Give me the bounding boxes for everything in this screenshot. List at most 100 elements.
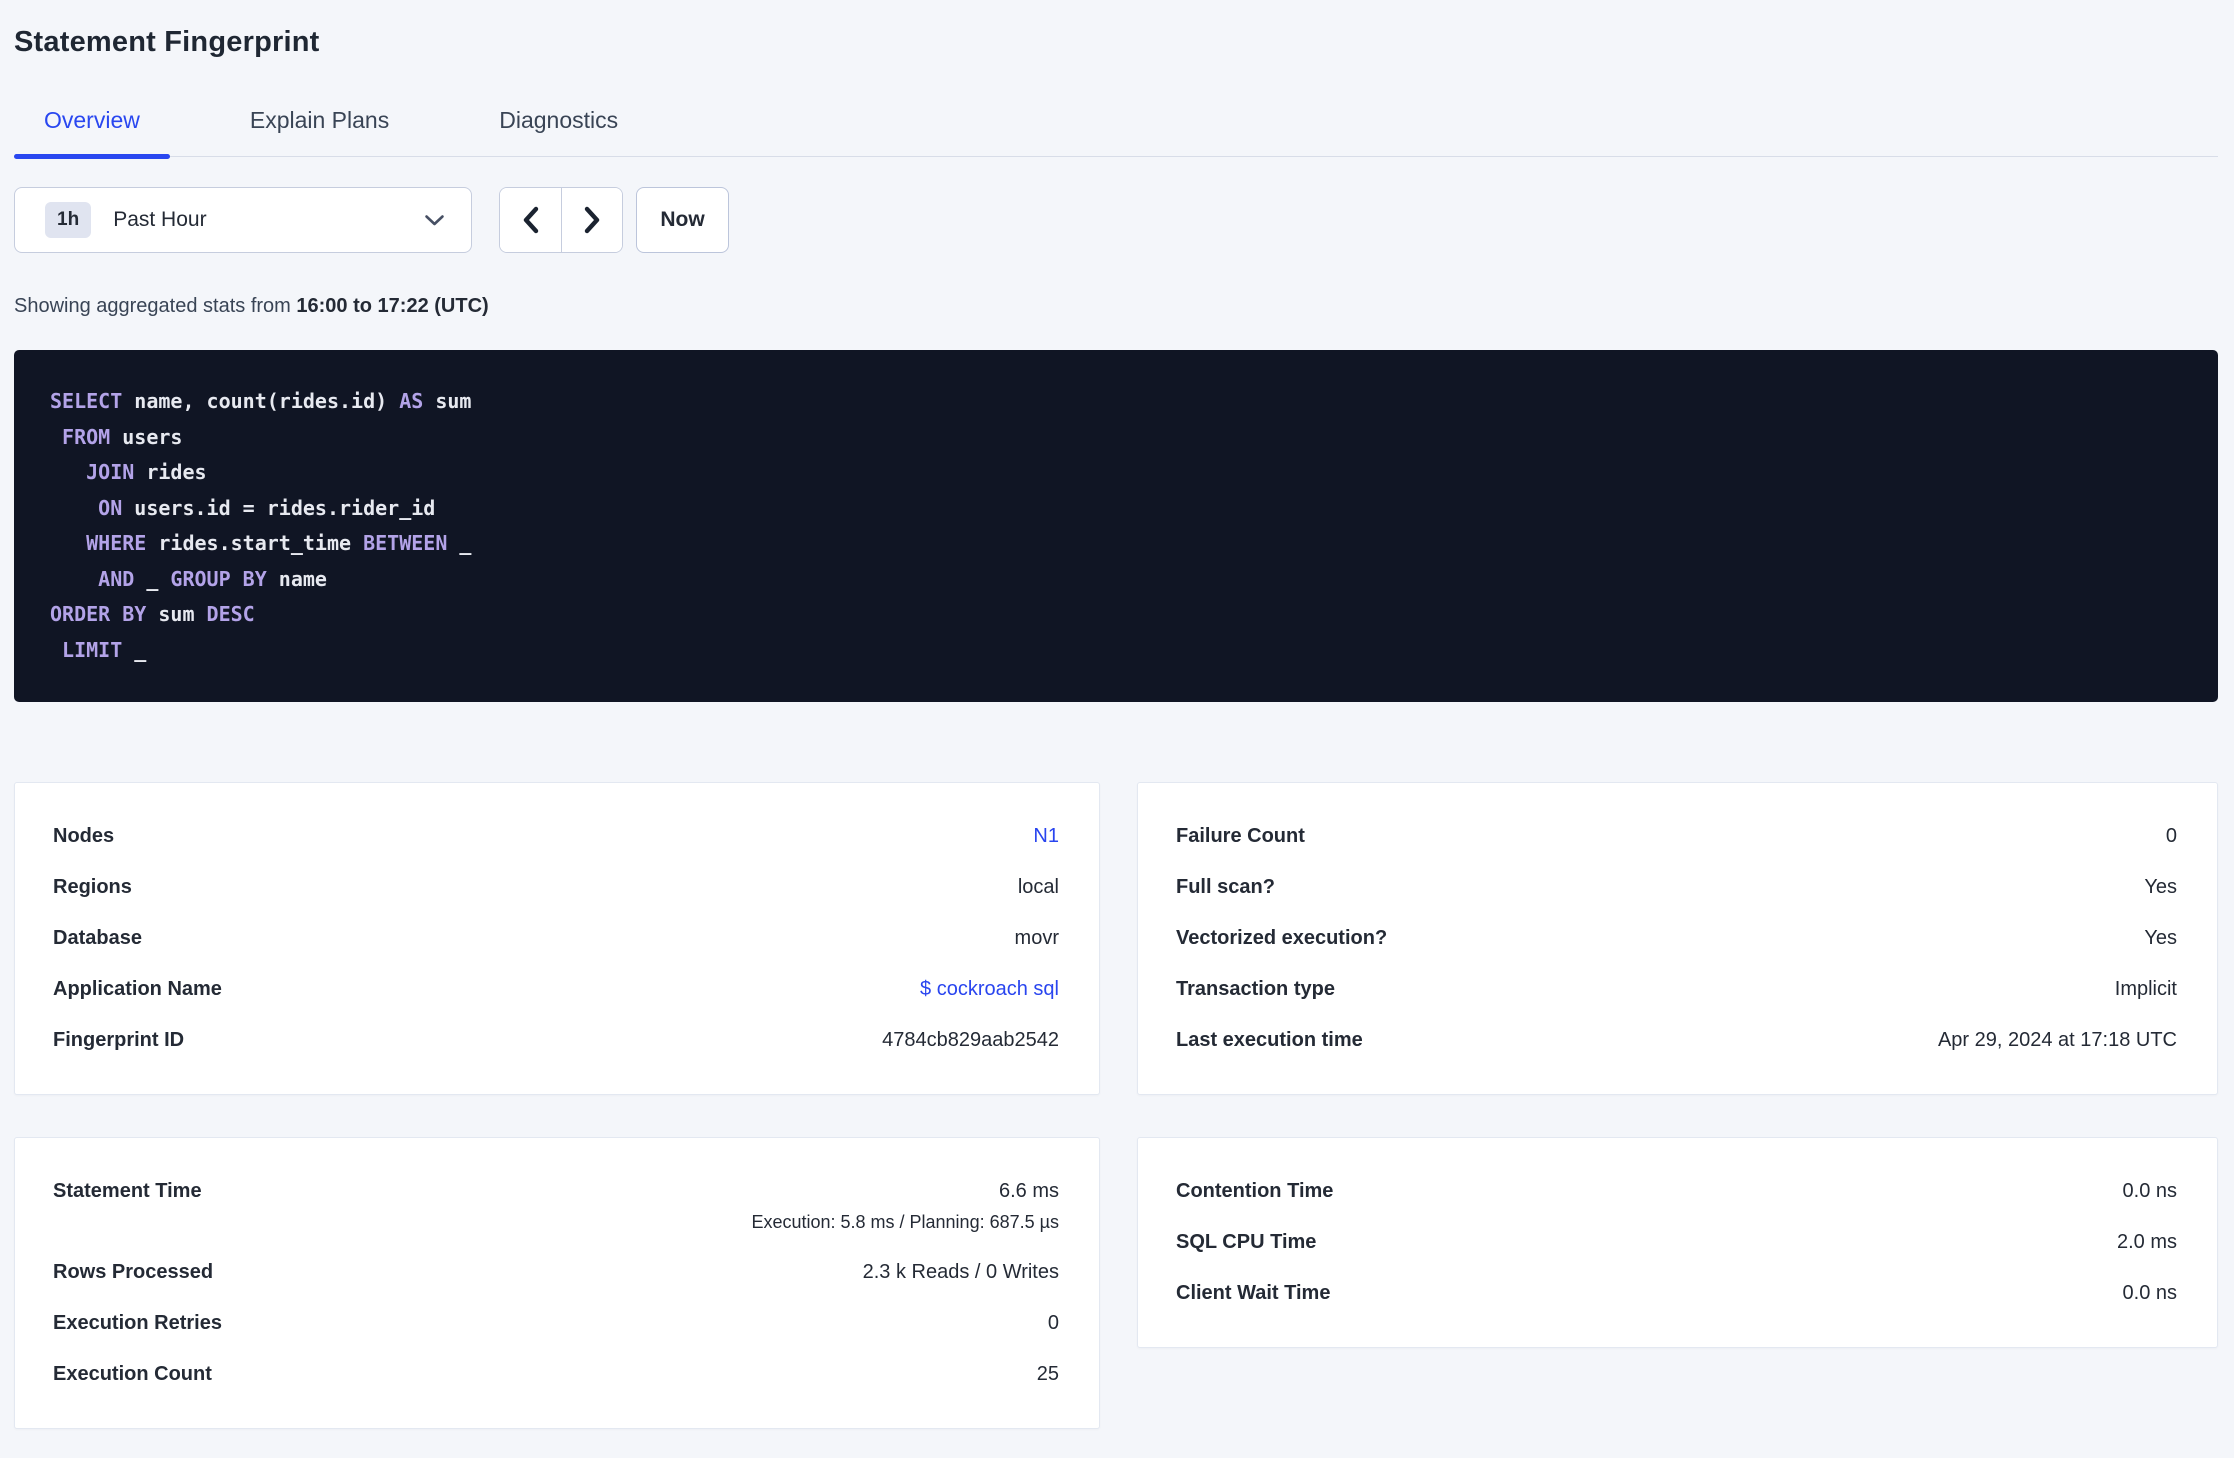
sql-keyword: DESC — [206, 602, 255, 626]
row-value-wrap: 25 — [1037, 1363, 1059, 1386]
summary-row: Statement Time 6.6 ms Execution: 5.8 ms / … — [53, 1166, 1059, 1247]
time-range-select[interactable]: 1h Past Hour — [14, 187, 472, 253]
row-label: Full scan? — [1176, 876, 1275, 898]
caption-prefix: Showing aggregated stats from — [14, 295, 297, 317]
chevron-left-icon — [522, 206, 539, 234]
row-value: 2.0 ms — [2116, 1231, 2177, 1253]
sql-line: LIMIT _ — [50, 633, 2182, 669]
now-button[interactable]: Now — [636, 187, 729, 253]
next-time-button[interactable] — [561, 188, 622, 252]
row-value: 4784cb829aab2542 — [882, 1029, 1059, 1051]
sql-text: sum — [146, 602, 207, 626]
row-value-wrap: 2.3 k Reads / 0 Writes — [863, 1261, 1059, 1284]
row-label: Regions — [53, 876, 132, 898]
time-range-badge: 1h — [45, 202, 92, 238]
row-label: Failure Count — [1176, 825, 1305, 847]
sql-text: name — [266, 566, 327, 591]
summary-row: Vectorized execution? Yes — [1176, 913, 2177, 964]
chevron-right-icon — [584, 206, 601, 234]
tab-diagnostics[interactable]: Diagnostics — [469, 97, 648, 156]
row-value-link[interactable]: N1 — [1033, 825, 1059, 847]
aggregated-stats-caption: Showing aggregated stats from 16:00 to 1… — [14, 295, 2218, 318]
summary-row: Client Wait Time 0.0 ns — [1176, 1268, 2177, 1319]
row-value-wrap: 0 — [2166, 825, 2177, 848]
summary-row: Application Name $ cockroach sql — [53, 964, 1059, 1015]
card-statement-stats: Statement Time 6.6 ms Execution: 5.8 ms / … — [14, 1137, 1100, 1429]
sql-text: sum — [423, 389, 472, 413]
card-statement-details: Nodes N1 Regions local Database movr Applicati… — [14, 782, 1100, 1095]
row-value-wrap: 0 — [1048, 1312, 1059, 1335]
time-range-label: Past Hour — [113, 208, 207, 231]
sql-keyword: WHERE — [86, 531, 147, 555]
sql-keyword: AS — [399, 389, 424, 413]
sql-text: rides — [134, 460, 207, 484]
row-value-wrap: local — [1018, 876, 1059, 899]
row-label: Application Name — [53, 978, 222, 1000]
caption-time-range: 16:00 to 17:22 (UTC) — [296, 295, 489, 317]
row-label: Execution Count — [53, 1363, 212, 1385]
row-value: 0 — [1047, 1312, 1059, 1334]
summary-row: Rows Processed 2.3 k Reads / 0 Writes — [53, 1247, 1059, 1298]
sql-keyword: LIMIT — [62, 637, 123, 662]
summary-row: Failure Count 0 — [1176, 811, 2177, 862]
row-value: 6.6 ms — [998, 1180, 1059, 1202]
summary-row: Contention Time 0.0 ns — [1176, 1166, 2177, 1217]
row-value: 25 — [1036, 1363, 1059, 1385]
sql-statement-box: SELECT name, count(rides.id) AS sum FROM… — [14, 350, 2218, 702]
row-value-wrap: 2.0 ms — [2117, 1231, 2177, 1254]
sql-keyword: GROUP BY — [170, 566, 267, 591]
row-value-wrap: Implicit — [2115, 978, 2177, 1001]
tab-explain-plans-label: Explain Plans — [249, 107, 390, 133]
row-value: movr — [1014, 927, 1059, 949]
row-value-wrap: 0.0 ns — [2123, 1282, 2177, 1305]
sql-line: ON users.id = rides.rider_id — [50, 491, 2182, 527]
sql-keyword: JOIN — [86, 460, 135, 484]
row-value-wrap: 6.6 ms Execution: 5.8 ms / Planning: 687.… — [751, 1180, 1059, 1233]
row-value-wrap: movr — [1015, 927, 1059, 950]
row-label: Nodes — [53, 825, 115, 847]
sql-text: users — [110, 424, 183, 449]
sql-line: FROM users — [50, 420, 2182, 456]
sql-keyword: SELECT — [50, 389, 123, 413]
row-label: Contention Time — [1176, 1180, 1334, 1202]
summary-cards: Nodes N1 Regions local Database movr Applicati… — [14, 782, 2218, 1429]
summary-row: SQL CPU Time 2.0 ms — [1176, 1217, 2177, 1268]
sql-keyword: ON — [98, 495, 123, 520]
row-value: 0.0 ns — [2122, 1180, 2177, 1202]
card-time-stats: Contention Time 0.0 ns SQL CPU Time 2.0 ms C… — [1137, 1137, 2218, 1348]
sql-line: ORDER BY sum DESC — [50, 597, 2182, 633]
row-label: SQL CPU Time — [1176, 1231, 1317, 1253]
summary-row: Execution Count 25 — [53, 1349, 1059, 1400]
sql-line: JOIN rides — [50, 455, 2182, 491]
sql-text: _ — [134, 566, 171, 591]
summary-row: Last execution time Apr 29, 2024 at 17:18… — [1176, 1015, 2177, 1066]
sql-line: AND _ GROUP BY name — [50, 562, 2182, 598]
row-label: Database — [53, 927, 142, 949]
tab-diagnostics-label: Diagnostics — [499, 107, 619, 133]
page-title: Statement Fingerprint — [14, 26, 320, 58]
sql-keyword: BETWEEN — [363, 531, 448, 555]
row-value-link[interactable]: $ cockroach sql — [920, 978, 1059, 1000]
row-value-wrap: 4784cb829aab2542 — [882, 1029, 1059, 1052]
chevron-down-icon — [424, 214, 445, 227]
prev-time-button[interactable] — [500, 188, 561, 252]
tab-explain-plans[interactable]: Explain Plans — [220, 97, 419, 156]
tab-overview[interactable]: Overview — [14, 97, 170, 159]
sql-text: _ — [447, 531, 472, 555]
row-label: Last execution time — [1176, 1029, 1363, 1051]
sql-line: WHERE rides.start_time BETWEEN _ — [50, 526, 2182, 562]
summary-row: Full scan? Yes — [1176, 862, 2177, 913]
row-value-wrap: 0.0 ns — [2123, 1180, 2177, 1203]
row-label: Transaction type — [1176, 978, 1335, 1000]
row-value: 2.3 k Reads / 0 Writes — [862, 1261, 1059, 1283]
row-label: Fingerprint ID — [53, 1029, 185, 1051]
tab-bar: Overview Explain Plans Diagnostics — [14, 97, 2218, 159]
tab-overview-label: Overview — [44, 107, 140, 133]
statement-fingerprint-page: Statement Fingerprint Overview Explain P… — [0, 0, 2234, 1429]
sql-keyword: ORDER BY — [50, 602, 147, 626]
row-value: local — [1017, 876, 1059, 898]
